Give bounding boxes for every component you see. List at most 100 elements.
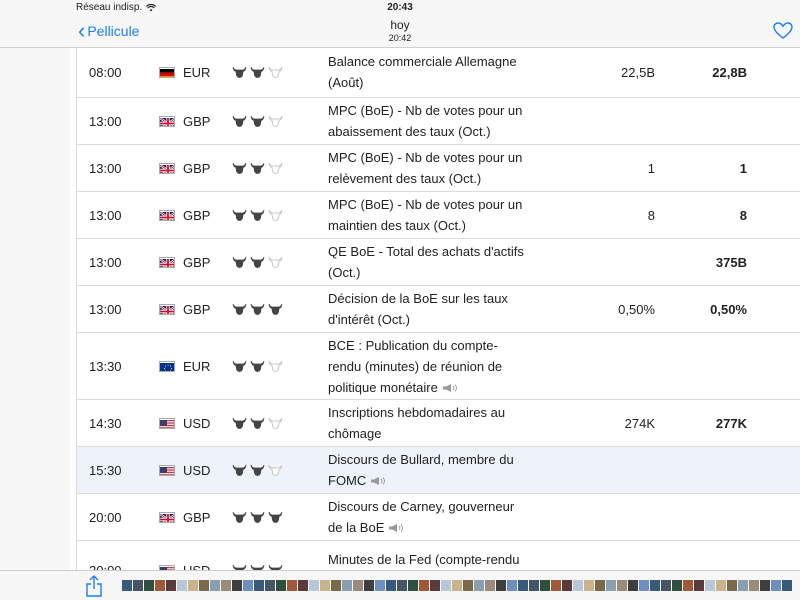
photo-thumbnail[interactable] [232,580,242,591]
photo-thumbnail[interactable] [606,580,616,591]
photo-thumbnail[interactable] [551,580,561,591]
photo-thumbnail[interactable] [617,580,627,591]
photo-thumbnail[interactable] [705,580,715,591]
photo-thumbnail[interactable] [122,580,132,591]
currency-code: GBP [183,510,211,525]
photo-thumbnail[interactable] [529,580,539,591]
photo-thumbnail[interactable] [320,580,330,591]
photo-thumbnail[interactable] [760,580,770,591]
photo-thumbnail[interactable] [254,580,264,591]
event-time: 08:00 [89,65,122,80]
table-row[interactable]: 15:30 USD Discours de Bullard, membre du F… [77,447,800,494]
importance-rating [232,511,283,526]
photo-thumbnail[interactable] [144,580,154,591]
table-row[interactable]: 13:00 GBP MPC (BoE) - Nb de votes pour un … [77,145,800,192]
photo-thumbnail[interactable] [133,580,143,591]
photo-thumbnail[interactable] [540,580,550,591]
photo-thumbnail[interactable] [628,580,638,591]
photo-thumbnail[interactable] [364,580,374,591]
photo-thumbnail[interactable] [683,580,693,591]
photo-thumbnail[interactable] [595,580,605,591]
bull-icon [232,162,247,177]
photo-thumbnail[interactable] [419,580,429,591]
photo-thumbnail[interactable] [353,580,363,591]
photo-thumbnail[interactable] [771,580,781,591]
currency-code: EUR [183,65,211,80]
photo-thumbnail[interactable] [199,580,209,591]
photo-thumbnail[interactable] [749,580,759,591]
photo-thumbnail[interactable] [562,580,572,591]
table-row[interactable]: 13:00 GBP MPC (BoE) - Nb de votes pour un … [77,98,800,145]
photo-thumbnail[interactable] [452,580,462,591]
photo-thumbnail[interactable] [507,580,517,591]
bull-icon [268,115,283,130]
photo-thumbnail[interactable] [408,580,418,591]
photo-thumbnail[interactable] [650,580,660,591]
photo-thumbnail[interactable] [738,580,748,591]
event-time: 13:30 [89,359,122,374]
nav-subtitle: 20:42 [388,33,412,43]
photo-thumbnail[interactable] [342,580,352,591]
photo-thumbnail[interactable] [386,580,396,591]
photo-thumbnail[interactable] [672,580,682,591]
table-row[interactable]: 08:00 EUR Balance commerciale Allemagne (A… [77,48,800,98]
photo-thumbnail[interactable] [430,580,440,591]
bull-icon [232,209,247,224]
previous-value: 8 [647,208,655,223]
photo-thumbnail[interactable] [276,580,286,591]
table-row[interactable]: 20:00 USD Minutes de la Fed (compte-rendu [77,541,800,570]
photo-thumbnail[interactable] [441,580,451,591]
photo-thumbnail[interactable] [573,580,583,591]
event-title-text: MPC (BoE) - Nb de votes pour un relèveme… [328,150,523,186]
photo-thumbnail[interactable] [727,580,737,591]
bull-icon [250,303,265,318]
photo-thumbnail[interactable] [584,580,594,591]
importance-rating [232,66,283,81]
table-row[interactable]: 20:00 GBP Discours de Carney, gouverneur d… [77,494,800,541]
table-row[interactable]: 13:00 GBP MPC (BoE) - Nb de votes pour un … [77,192,800,239]
photo-thumbnail[interactable] [716,580,726,591]
photo-thumbnail[interactable] [474,580,484,591]
photo-thumbnail[interactable] [265,580,275,591]
photo-thumbnail[interactable] [463,580,473,591]
share-icon[interactable] [84,575,104,597]
table-row[interactable]: 13:00 GBP QE BoE - Total des achats d'acti… [77,239,800,286]
event-title-text: Minutes de la Fed (compte-rendu [328,552,520,567]
photo-thumbnail[interactable] [639,580,649,591]
importance-rating [232,162,283,177]
photo-thumbnail[interactable] [331,580,341,591]
photo-thumbnail[interactable] [188,580,198,591]
photo-thumbnail-strip[interactable] [122,580,793,591]
photo-thumbnail[interactable] [298,580,308,591]
bull-icon [250,209,265,224]
table-row[interactable]: 14:30 USD Inscriptions hebdomadaires au ch… [77,400,800,447]
photo-thumbnail[interactable] [309,580,319,591]
importance-rating [232,209,283,224]
photo-thumbnail[interactable] [496,580,506,591]
photo-thumbnail[interactable] [375,580,385,591]
bull-icon [232,115,247,130]
photo-thumbnail[interactable] [287,580,297,591]
currency-code: GBP [183,114,211,129]
photo-thumbnail[interactable] [221,580,231,591]
heart-icon[interactable] [773,22,793,40]
photo-thumbnail[interactable] [397,580,407,591]
currency-code: GBP [183,255,211,270]
photo-thumbnail[interactable] [661,580,671,591]
photo-thumbnail[interactable] [155,580,165,591]
photo-thumbnail[interactable] [485,580,495,591]
bull-icon [250,417,265,432]
table-row[interactable]: 13:00 GBP Décision de la BoE sur les taux … [77,286,800,333]
photo-thumbnail[interactable] [210,580,220,591]
photo-thumbnail[interactable] [166,580,176,591]
photo-thumbnail[interactable] [782,580,792,591]
table-row[interactable]: 13:30 EUR BCE : Publication du compte-rend… [77,333,800,400]
bull-icon [268,209,283,224]
photo-thumbnail[interactable] [518,580,528,591]
photo-thumbnail[interactable] [177,580,187,591]
screenshot-content: 08:00 EUR Balance commerciale Allemagne (A… [70,48,800,570]
photo-thumbnail[interactable] [243,580,253,591]
bull-icon [232,360,247,375]
event-time: 13:00 [89,208,122,223]
photo-thumbnail[interactable] [694,580,704,591]
